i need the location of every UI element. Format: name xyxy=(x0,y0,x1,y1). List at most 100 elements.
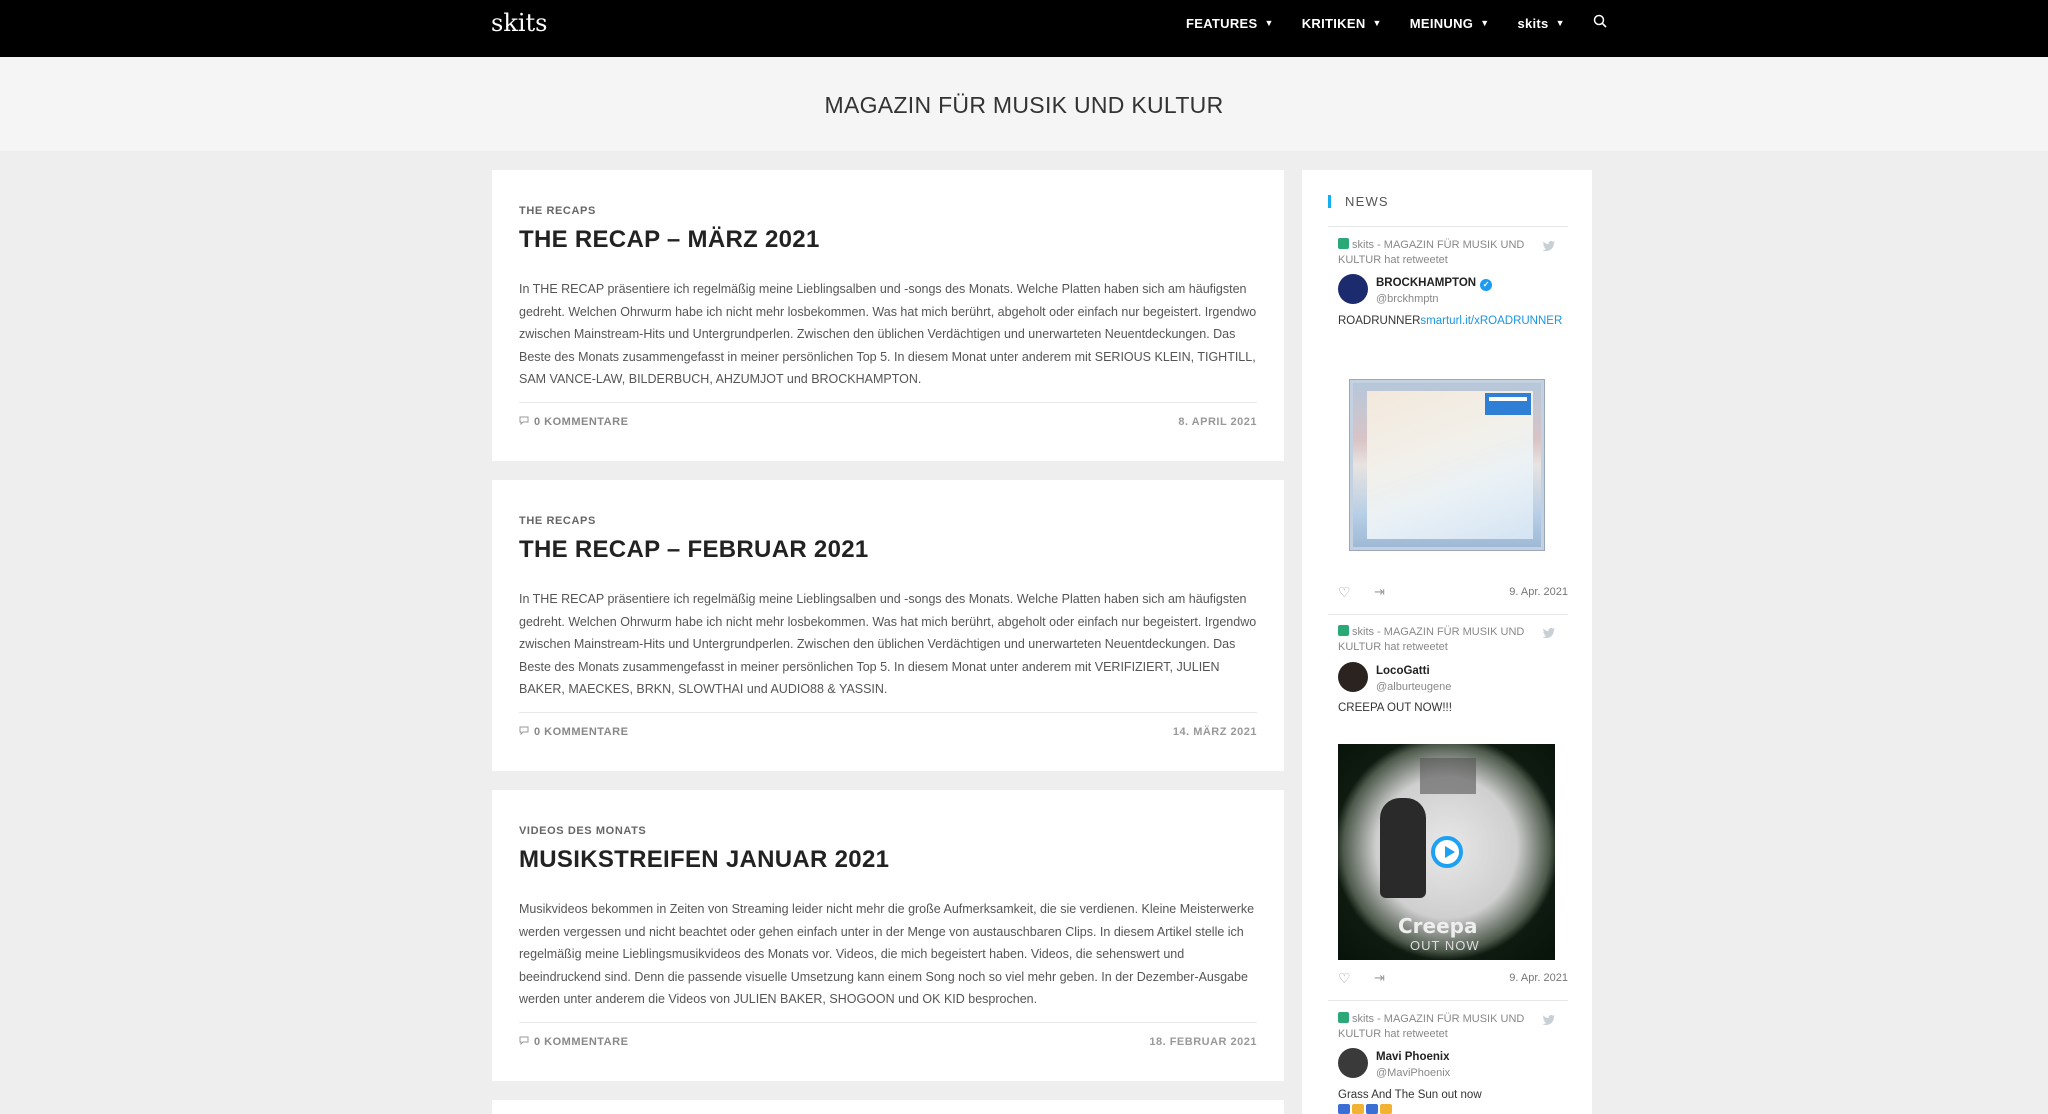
divider xyxy=(519,1022,1257,1023)
twitter-bird-icon[interactable] xyxy=(1542,1014,1556,1026)
main-nav: FEATURES ▼ KRITIKEN ▼ MEINUNG ▼ skits ▼ xyxy=(1186,0,1607,46)
tweet-text: Grass And The Sun out now xyxy=(1338,1089,1482,1101)
article-excerpt: Musikvideos bekommen in Zeiten von Strea… xyxy=(519,902,1255,1006)
chevron-down-icon: ▼ xyxy=(1480,18,1490,28)
video-subtitle: OUT NOW xyxy=(1410,938,1480,953)
tweet-handle[interactable]: @brckhmptn xyxy=(1376,293,1439,305)
tweet-text: ROADRUNNERsmarturl.it/xROADRUNNER xyxy=(1338,315,1562,327)
album-cover-image[interactable] xyxy=(1350,380,1544,550)
video-thumbnail[interactable]: Creepa OUT NOW xyxy=(1338,744,1555,960)
emoji-icon xyxy=(1338,1104,1350,1114)
retweet-notice: skits - MAGAZIN FÜR MUSIK UND KULTUR hat… xyxy=(1338,238,1548,268)
nav-label: FEATURES xyxy=(1186,15,1258,31)
tweet-link[interactable]: smarturl.it/xROADRUNNER xyxy=(1420,315,1562,327)
comment-icon xyxy=(519,726,529,738)
twitter-bird-icon[interactable] xyxy=(1542,240,1556,252)
article-date: 8. APRIL 2021 xyxy=(1178,416,1257,428)
tweet-handle[interactable]: @MaviPhoenix xyxy=(1376,1067,1450,1079)
emoji-icon xyxy=(1352,1104,1364,1114)
site-logo[interactable]: skits xyxy=(491,9,548,37)
video-logo-art xyxy=(1420,758,1476,794)
nav-item-kritiken[interactable]: KRITIKEN ▼ xyxy=(1302,16,1382,31)
retweet-text: skits - MAGAZIN FÜR MUSIK UND KULTUR hat… xyxy=(1338,239,1525,266)
comments-count: 0 KOMMENTARE xyxy=(534,726,629,738)
search-icon[interactable] xyxy=(1593,14,1607,32)
author-name: Mavi Phoenix xyxy=(1376,1051,1450,1063)
article-card xyxy=(492,1100,1284,1114)
top-navbar: skits FEATURES ▼ KRITIKEN ▼ MEINUNG ▼ sk… xyxy=(0,0,2048,57)
chevron-down-icon: ▼ xyxy=(1264,18,1274,28)
share-icon[interactable]: ⇥ xyxy=(1374,584,1385,600)
retweet-icon xyxy=(1338,1012,1349,1023)
album-sticker-text xyxy=(1489,397,1527,401)
divider xyxy=(519,402,1257,403)
article-title[interactable]: THE RECAP – MÄRZ 2021 xyxy=(519,226,820,254)
tweet-actions: ♡ ⇥ 9. Apr. 2021 xyxy=(1338,584,1568,600)
chevron-down-icon: ▼ xyxy=(1372,18,1382,28)
article-title[interactable]: THE RECAP – FEBRUAR 2021 xyxy=(519,536,869,564)
tweet-author[interactable]: BROCKHAMPTON ✓ xyxy=(1376,277,1493,291)
tweet-handle[interactable]: @alburteugene xyxy=(1376,681,1451,693)
article-category[interactable]: THE RECAPS xyxy=(519,205,596,217)
tweet-actions: ♡ ⇥ 9. Apr. 2021 xyxy=(1338,970,1568,986)
nav-label: KRITIKEN xyxy=(1301,15,1366,31)
twitter-bird-icon[interactable] xyxy=(1542,627,1556,639)
article-card: THE RECAPS THE RECAP – FEBRUAR 2021 In T… xyxy=(492,480,1284,771)
retweet-text: skits - MAGAZIN FÜR MUSIK UND KULTUR hat… xyxy=(1338,626,1525,653)
tweet-date[interactable]: 9. Apr. 2021 xyxy=(1509,586,1568,598)
tweet-author[interactable]: Mavi Phoenix xyxy=(1376,1051,1450,1063)
article-category[interactable]: THE RECAPS xyxy=(519,515,596,527)
author-name: LocoGatti xyxy=(1376,665,1430,677)
news-heading: NEWS xyxy=(1328,195,1389,208)
author-name: BROCKHAMPTON xyxy=(1376,277,1477,289)
avatar[interactable] xyxy=(1338,274,1368,304)
heart-icon[interactable]: ♡ xyxy=(1338,970,1351,987)
retweet-icon xyxy=(1338,238,1349,249)
avatar[interactable] xyxy=(1338,662,1368,692)
tweet-body: ROADRUNNER xyxy=(1338,315,1421,327)
comments-count: 0 KOMMENTARE xyxy=(534,416,629,428)
tweet-text: CREEPA OUT NOW!!! xyxy=(1338,702,1452,714)
nav-item-meinung[interactable]: MEINUNG ▼ xyxy=(1410,16,1490,31)
retweet-notice: skits - MAGAZIN FÜR MUSIK UND KULTUR hat… xyxy=(1338,1012,1548,1042)
emoji-row xyxy=(1338,1104,1392,1114)
tweet-date[interactable]: 9. Apr. 2021 xyxy=(1509,972,1568,984)
divider xyxy=(1328,226,1568,227)
retweet-icon xyxy=(1338,625,1349,636)
article-category[interactable]: VIDEOS DES MONATS xyxy=(519,825,646,837)
play-icon[interactable] xyxy=(1431,836,1463,868)
retweet-notice: skits - MAGAZIN FÜR MUSIK UND KULTUR hat… xyxy=(1338,625,1548,655)
nav-label: MEINUNG xyxy=(1409,15,1474,31)
emoji-icon xyxy=(1366,1104,1378,1114)
tweet-author[interactable]: LocoGatti xyxy=(1376,665,1430,677)
article-date: 18. FEBRUAR 2021 xyxy=(1149,1036,1257,1048)
avatar[interactable] xyxy=(1338,1048,1368,1078)
nav-item-skits[interactable]: skits ▼ xyxy=(1517,16,1564,31)
comments-link[interactable]: 0 KOMMENTARE xyxy=(519,726,628,738)
article-excerpt: In THE RECAP präsentiere ich regelmäßig … xyxy=(519,592,1257,696)
emoji-icon xyxy=(1380,1104,1392,1114)
article-card: THE RECAPS THE RECAP – MÄRZ 2021 In THE … xyxy=(492,170,1284,461)
comments-link[interactable]: 0 KOMMENTARE xyxy=(519,416,628,428)
divider xyxy=(1328,1000,1568,1001)
verified-icon: ✓ xyxy=(1480,279,1493,291)
article-excerpt: In THE RECAP präsentiere ich regelmäßig … xyxy=(519,282,1257,386)
page-title: MAGAZIN FÜR MUSIK UND KULTUR xyxy=(824,92,1224,118)
share-icon[interactable]: ⇥ xyxy=(1374,970,1385,986)
divider xyxy=(1328,614,1568,615)
divider xyxy=(519,712,1257,713)
article-card: VIDEOS DES MONATS MUSIKSTREIFEN JANUAR 2… xyxy=(492,790,1284,1081)
article-title[interactable]: MUSIKSTREIFEN JANUAR 2021 xyxy=(519,846,889,874)
retweet-text: skits - MAGAZIN FÜR MUSIK UND KULTUR hat… xyxy=(1338,1013,1525,1040)
nav-item-features[interactable]: FEATURES ▼ xyxy=(1186,16,1274,31)
comment-icon xyxy=(519,1036,529,1048)
comments-link[interactable]: 0 KOMMENTARE xyxy=(519,1036,628,1048)
comments-count: 0 KOMMENTARE xyxy=(534,1036,629,1048)
article-date: 14. MÄRZ 2021 xyxy=(1172,726,1257,738)
nav-label: skits xyxy=(1517,15,1549,31)
heart-icon[interactable]: ♡ xyxy=(1338,584,1351,601)
video-title: Creepa xyxy=(1398,914,1478,938)
comment-icon xyxy=(519,416,529,428)
chevron-down-icon: ▼ xyxy=(1555,18,1565,28)
tweet: skits - MAGAZIN FÜR MUSIK UND KULTUR hat… xyxy=(1328,1012,1568,1114)
